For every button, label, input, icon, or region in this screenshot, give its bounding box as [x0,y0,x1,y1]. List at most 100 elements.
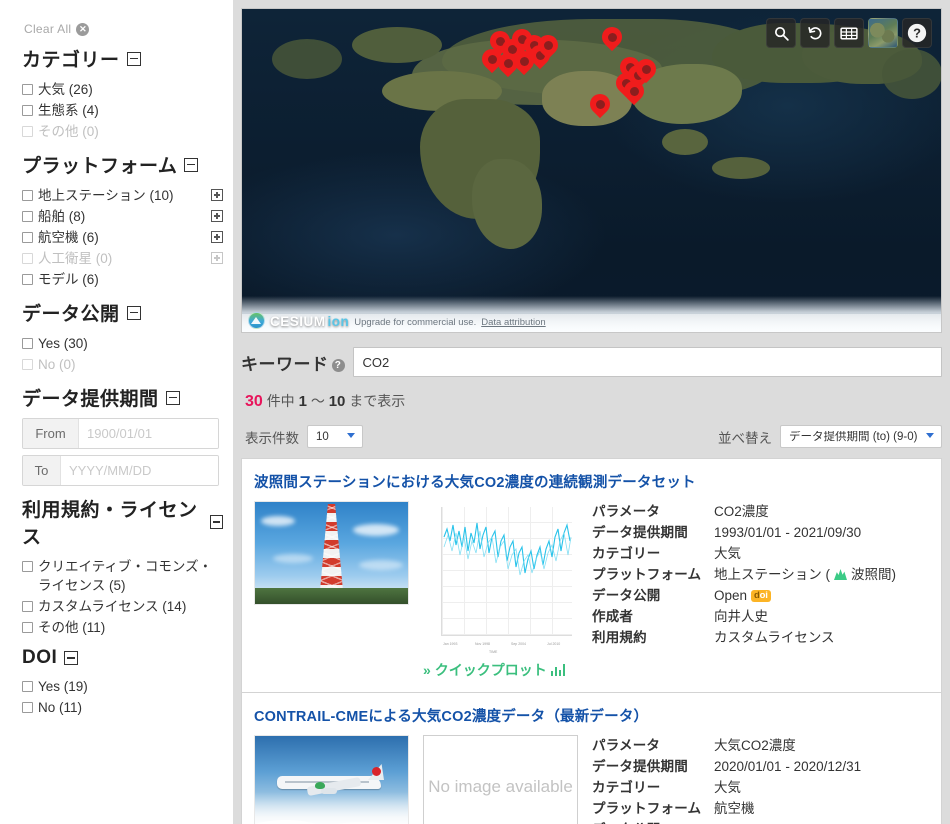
minus-box-icon[interactable] [64,651,79,665]
facet-list-license: クリエイティブ・コモンズ・ライセンス (5) カスタムライセンス (14) その… [22,556,223,638]
metadata-key: 利用規約 [592,630,647,645]
facet-option-platform-2[interactable]: 航空機 (6) [22,227,223,248]
result-card[interactable]: CONTRAIL-CMEによる大気CO2濃度データ（最新データ） No imag… [241,692,942,824]
facet-title-license: 利用規約・ライセンス [22,500,198,548]
facet-sidebar: Clear All ✕ カテゴリー 大気 (26) 生態系 (4) その他 (0… [0,0,233,824]
facet-option-data-open-0[interactable]: Yes (30) [22,333,223,354]
expand-plus-icon[interactable] [211,231,223,243]
metadata-key: データ公開 [592,819,714,824]
cesium-map[interactable]: ? CESIUM ion Upgrade for commercial use. … [241,8,942,333]
checkbox-icon[interactable] [22,601,33,612]
page-size-select[interactable]: 102050100 [307,425,363,448]
facet-title-data-open: データ公開 [22,304,120,325]
cesium-credit: CESIUM ion Upgrade for commercial use. Da… [248,312,546,329]
minus-box-icon[interactable] [126,51,141,66]
checkbox-icon[interactable] [22,338,33,349]
facet-option-doi-0[interactable]: Yes (19) [22,676,223,697]
clear-all-button[interactable]: Clear All ✕ [24,22,223,36]
result-title-link[interactable]: CONTRAIL-CMEによる大気CO2濃度データ（最新データ） [254,705,929,726]
checkbox-icon[interactable] [22,232,33,243]
metadata-row: 利用規約 カスタムライセンス [592,627,929,648]
checkbox-icon[interactable] [22,622,33,633]
checkbox-icon[interactable] [22,274,33,285]
checkbox-icon[interactable] [22,190,33,201]
minus-box-icon[interactable] [126,305,141,320]
result-card[interactable]: 波照間ステーションにおける大気CO2濃度の連続観測データセット Jan 1993… [241,458,942,692]
minus-box-icon[interactable] [165,390,180,405]
map-marker[interactable] [597,22,627,54]
facet-header-license[interactable]: 利用規約・ライセンス [22,495,223,549]
result-count-tail: まで表示 [349,393,406,409]
checkbox-icon[interactable] [22,84,33,95]
facet-header-period[interactable]: データ提供期間 [22,384,223,411]
facet-header-doi[interactable]: DOI [22,647,223,669]
map-marker[interactable] [533,30,563,62]
result-controls: 表示件数 102050100 並べ替え データ提供期間 (to) (9-0)デー… [245,425,943,448]
search-icon[interactable] [766,18,796,48]
search-input[interactable] [352,347,942,377]
facet-header-data-open[interactable]: データ公開 [22,299,223,326]
base-layer-picker-icon[interactable] [868,18,898,48]
no-image-placeholder: No image available [423,735,578,824]
metadata-value: Open doi [714,819,771,824]
facet-option-platform-4[interactable]: モデル (6) [22,269,223,290]
expand-plus-icon[interactable] [211,210,223,222]
reset-view-icon[interactable] [800,18,830,48]
result-title-link[interactable]: 波照間ステーションにおける大気CO2濃度の連続観測データセット [254,471,929,492]
sort-select[interactable]: データ提供期間 (to) (9-0)データ提供期間 (to) (0-9)タイトル… [780,425,943,448]
checkbox-icon[interactable] [22,561,33,572]
period-from-input[interactable] [79,419,218,448]
credit-attribution-link[interactable]: Data attribution [481,317,545,328]
page-scrollbar[interactable] [942,0,950,824]
period-from-row: From [22,418,219,449]
help-icon[interactable]: ? [331,358,345,372]
result-total: 30 [245,393,263,410]
doi-badge[interactable]: doi [751,589,771,602]
result-count-suffix: 件中 [266,393,295,409]
facet-option-category-1[interactable]: 生態系 (4) [22,100,223,121]
help-icon[interactable]: ? [902,18,932,48]
facet-option-license-2[interactable]: その他 (11) [22,617,223,638]
svg-text:?: ? [913,26,921,41]
result-metadata: パラメータ 大気CO2濃度 データ提供期間 2020/01/01 - 2020/… [592,735,929,824]
facet-option-license-1[interactable]: カスタムライセンス (14) [22,596,223,617]
metadata-value: カスタムライセンス [714,630,835,645]
facet-option-license-0[interactable]: クリエイティブ・コモンズ・ライセンス (5) [22,556,223,596]
facet-option-platform-0[interactable]: 地上ステーション (10) [22,185,223,206]
period-to-input[interactable] [61,456,218,485]
checkbox-icon [22,253,33,264]
checkbox-icon[interactable] [22,105,33,116]
facet-option-platform-1[interactable]: 船舶 (8) [22,206,223,227]
open-status-text: Open [714,588,748,603]
close-circle-icon[interactable]: ✕ [76,22,90,36]
quickplot-link[interactable]: » クイックプロット [423,660,578,680]
result-thumbnail-photo[interactable] [254,735,409,824]
minus-box-icon[interactable] [184,157,199,172]
metadata-value: 地上ステーション ( 波照間) [714,564,896,585]
minus-box-icon[interactable] [209,515,223,529]
map-toolbar: ? [766,18,932,48]
facet-option-label: No (11) [38,700,83,715]
expand-plus-icon[interactable] [211,252,223,264]
facet-header-category[interactable]: カテゴリー [22,45,223,72]
facet-option-category-0[interactable]: 大気 (26) [22,79,223,100]
map-marker[interactable] [585,89,615,121]
facet-option-label: カスタムライセンス (14) [38,599,187,614]
checkbox-icon[interactable] [22,211,33,222]
facet-header-platform[interactable]: プラットフォーム [22,151,223,178]
cesium-wordmark: CESIUM ion [270,314,350,329]
sort-select-el[interactable]: データ提供期間 (to) (9-0)データ提供期間 (to) (0-9)タイトル… [781,426,943,447]
facet-option-label: 船舶 (8) [38,209,86,224]
result-plot-thumbnail[interactable]: Jan 1993 Nov 1998 Sep 2004 Jul 2010 TIME [423,501,578,656]
platform-text: 地上ステーション ( [714,567,830,582]
expand-plus-icon[interactable] [211,189,223,201]
scene-mode-icon[interactable] [834,18,864,48]
result-thumbnail-photo[interactable] [254,501,409,605]
checkbox-icon[interactable] [22,681,33,692]
page-size-select-el[interactable]: 102050100 [308,426,362,447]
checkbox-icon[interactable] [22,702,33,713]
map-marker[interactable] [619,76,649,108]
metadata-value: 2020/01/01 - 2020/12/31 [714,759,862,774]
app-root: Clear All ✕ カテゴリー 大気 (26) 生態系 (4) その他 (0… [0,0,950,824]
facet-option-doi-1[interactable]: No (11) [22,697,223,718]
